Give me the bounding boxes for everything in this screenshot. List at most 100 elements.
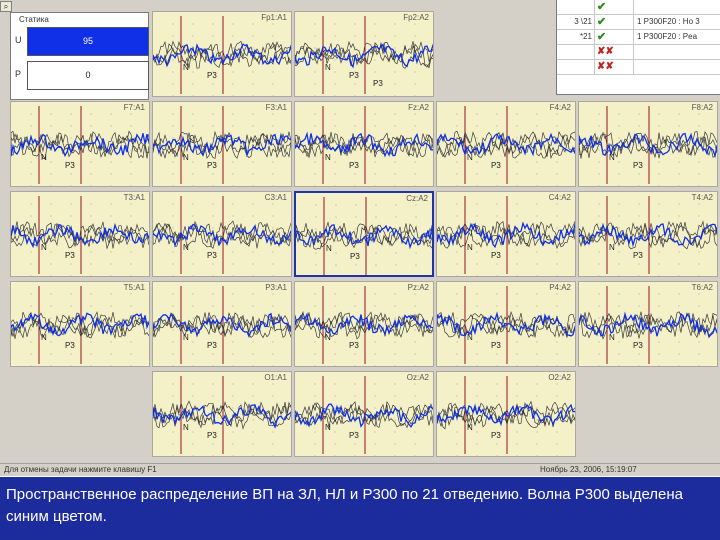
- table-row[interactable]: *21 ✔ 1 P300F20 : Pea: [557, 30, 720, 45]
- lead-label: Fp1:A1: [261, 13, 287, 22]
- lead-panel-O2A2[interactable]: N P3 O2:A2: [436, 371, 576, 457]
- lead-waveform: N P3: [579, 196, 717, 276]
- peak-label: N: [609, 153, 615, 162]
- cross-icon: ✘✘: [597, 45, 634, 59]
- lead-waveform: N P3: [153, 16, 291, 96]
- lead-panel-F8A2[interactable]: N P3 F8:A2: [578, 101, 718, 187]
- peak-label: P3: [207, 251, 217, 260]
- lead-panel-P4A2[interactable]: N P3 P4:A2: [436, 281, 576, 367]
- peak-label: P3: [491, 251, 501, 260]
- peak-label: P3: [65, 341, 75, 350]
- peak-label: P3: [633, 341, 643, 350]
- lead-waveform: N P3: [296, 197, 432, 275]
- lead-waveform: N P3: [437, 376, 575, 456]
- lead-label: F3:A1: [265, 103, 287, 112]
- check-icon: ✔: [597, 15, 634, 29]
- table-row[interactable]: ✘✘: [557, 60, 720, 75]
- cross-icon: ✘✘: [597, 60, 634, 74]
- peak-label: N: [41, 243, 47, 252]
- peak-label: P3: [349, 71, 359, 80]
- lead-panel-F4A2[interactable]: N P3 F4:A2: [436, 101, 576, 187]
- lead-label: F4:A2: [549, 103, 571, 112]
- peak-label: N: [609, 333, 615, 342]
- peak-label: N: [325, 153, 331, 162]
- peak-label: N: [609, 243, 615, 252]
- row-index: [557, 60, 595, 74]
- lead-panel-P3A1[interactable]: N P3 P3:A1: [152, 281, 292, 367]
- lead-panel-C3A1[interactable]: N P3 C3:A1: [152, 191, 292, 277]
- table-row[interactable]: 3 \21 ✔ 1 P300F20 : Ho 3: [557, 15, 720, 30]
- lead-panel-C4A2[interactable]: N P3 C4:A2: [436, 191, 576, 277]
- lead-label: O2:A2: [548, 373, 571, 382]
- lead-panel-T4A2[interactable]: N P3 T4:A2: [578, 191, 718, 277]
- row-index: [557, 45, 595, 59]
- row-index: [557, 0, 595, 14]
- lead-label: P4:A2: [549, 283, 571, 292]
- lead-label: Fp2:A2: [403, 13, 429, 22]
- lead-waveform: N P3: [11, 106, 149, 186]
- peak-label: N: [467, 423, 473, 432]
- table-row[interactable]: ✔: [557, 0, 720, 15]
- status-hint: Для отмены задачи нажмите клавишу F1: [4, 465, 157, 474]
- row-description: [635, 60, 720, 74]
- peak-label: P3: [65, 251, 75, 260]
- lead-label: T4:A2: [691, 193, 713, 202]
- peak-label: N: [183, 243, 189, 252]
- lead-panel-Fp2A2[interactable]: N P3 P3 Fp2:A2: [294, 11, 434, 97]
- peak-label: N: [183, 63, 189, 72]
- lead-panel-F3A1[interactable]: N P3 F3:A1: [152, 101, 292, 187]
- lead-waveform: N P3: [579, 286, 717, 366]
- peak-label: N: [183, 153, 189, 162]
- lead-waveform: N P3: [295, 376, 433, 456]
- peak-label: P3: [633, 161, 643, 170]
- lead-panel-T6A2[interactable]: N P3 T6:A2: [578, 281, 718, 367]
- lead-panel-T3A1[interactable]: N P3 T3:A1: [10, 191, 150, 277]
- p-value-field[interactable]: 0: [27, 61, 149, 90]
- lead-waveform: N P3: [153, 376, 291, 456]
- lead-label: T6:A2: [691, 283, 713, 292]
- lead-waveform: N P3: [153, 286, 291, 366]
- lead-label: C3:A1: [264, 193, 287, 202]
- peak-label: N: [183, 333, 189, 342]
- lead-label: Cz:A2: [406, 194, 428, 203]
- row-description: 1 P300F20 : Pea: [637, 32, 698, 41]
- lead-label: Pz:A2: [407, 283, 429, 292]
- row-description: [635, 45, 720, 59]
- peak-label: P3: [207, 431, 217, 440]
- amplitude-control-panel: Статика U 95 P 0: [10, 12, 149, 100]
- row-description: 1 P300F20 : Ho 3: [637, 17, 700, 26]
- lead-panel-OzA2[interactable]: N P3 Oz:A2: [294, 371, 434, 457]
- lead-label: T3:A1: [123, 193, 145, 202]
- peak-label: N: [326, 244, 332, 253]
- slide-caption: Пространственное распределение ВП на ЗЛ,…: [0, 477, 720, 540]
- peak-label: N: [325, 333, 331, 342]
- lead-label: O1:A1: [264, 373, 287, 382]
- lead-panel-O1A1[interactable]: N P3 O1:A1: [152, 371, 292, 457]
- u-value-field[interactable]: 95: [27, 27, 149, 56]
- lead-label: Oz:A2: [406, 373, 429, 382]
- lead-panel-PzA2[interactable]: N P3 Pz:A2: [294, 281, 434, 367]
- control-caption: Статика: [19, 15, 49, 24]
- status-bar: Для отмены задачи нажмите клавишу F1 Ноя…: [0, 463, 720, 476]
- analysis-table: ✔ 3 \21 ✔ 1 P300F20 : Ho 3 *21 ✔ 1 P300F20 : P…: [556, 0, 720, 95]
- lead-waveform: N P3: [437, 196, 575, 276]
- lead-label: C4:A2: [548, 193, 571, 202]
- lead-label: F7:A1: [123, 103, 145, 112]
- peak-label: N: [467, 153, 473, 162]
- peak-label: P3: [207, 341, 217, 350]
- lead-panel-FzA2[interactable]: N P3 Fz:A2: [294, 101, 434, 187]
- lead-panel-F7A1[interactable]: N P3 F7:A1: [10, 101, 150, 187]
- peak-label: N: [41, 333, 47, 342]
- peak-label: P3: [207, 71, 217, 80]
- lead-panel-Fp1A1[interactable]: N P3 Fp1:A1: [152, 11, 292, 97]
- table-row[interactable]: ✘✘: [557, 45, 720, 60]
- row-description: [635, 0, 720, 14]
- check-icon: ✔: [597, 30, 634, 44]
- peak-label: P3: [491, 341, 501, 350]
- lead-panel-T5A1[interactable]: N P3 T5:A1: [10, 281, 150, 367]
- lead-waveform: N P3: [579, 106, 717, 186]
- peak-label: P3: [65, 161, 75, 170]
- search-icon[interactable]: ⌕: [0, 1, 12, 12]
- lead-label: Fz:A2: [408, 103, 429, 112]
- lead-panel-CzA2[interactable]: N P3 Cz:A2: [294, 191, 434, 277]
